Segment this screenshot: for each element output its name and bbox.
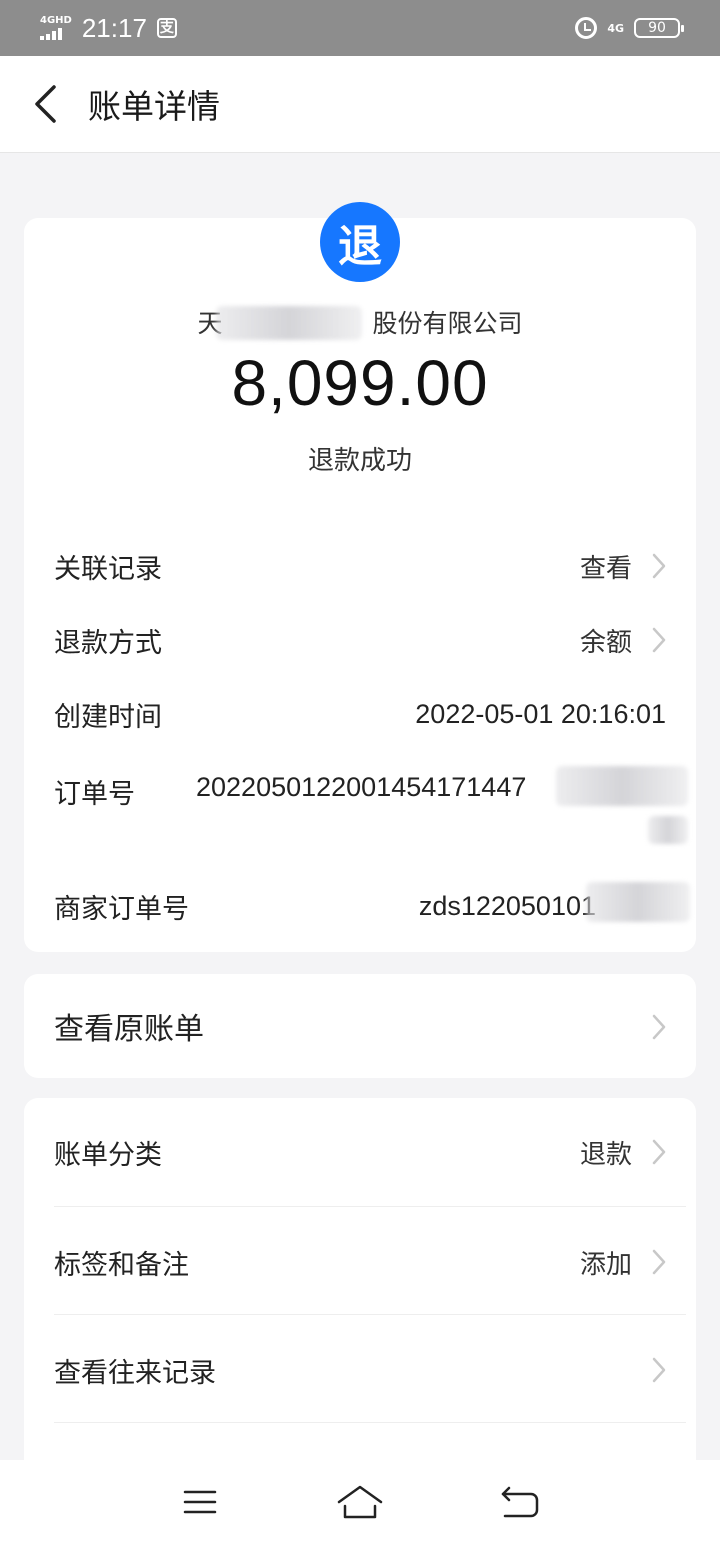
related-record-row[interactable]: 关联记录 查看 — [24, 536, 696, 596]
order-number-value: 2022050122001454171447 — [196, 772, 527, 802]
bill-category-row[interactable]: 账单分类 退款 — [24, 1122, 696, 1182]
battery-icon: 90 — [634, 18, 684, 38]
row-value: 添加 — [579, 1249, 632, 1280]
status-right: 4G 90 — [575, 17, 684, 39]
page-header: 账单详情 — [0, 56, 720, 153]
row-label: 关联记录 — [54, 553, 162, 585]
chevron-right-icon — [652, 1249, 666, 1275]
system-nav-bar — [0, 1460, 720, 1544]
signal-type: 4GHD — [40, 15, 72, 26]
back-nav-button[interactable] — [490, 1472, 550, 1532]
divider — [54, 1314, 686, 1315]
divider — [54, 1422, 686, 1423]
redaction-mask — [216, 306, 362, 340]
tags-notes-row[interactable]: 标签和备注 添加 — [24, 1232, 696, 1292]
status-time: 21:17 — [81, 12, 147, 43]
row-value: 余额 — [579, 627, 632, 658]
row-label: 标签和备注 — [54, 1249, 189, 1281]
bill-detail-card: 退 天股份有限公司 8,099.00 退款成功 关联记录 查看 退款方式 余额 … — [24, 202, 696, 952]
alarm-icon — [575, 17, 598, 39]
alipay-notification-icon: 支 — [156, 18, 177, 38]
status-text: 退款成功 — [307, 446, 412, 476]
signal-icon: 4GHD — [40, 16, 72, 40]
row-label: 商家订单号 — [54, 893, 189, 925]
row-value: 查看 — [579, 553, 632, 584]
row-label: 退款方式 — [54, 627, 162, 659]
page-title: 账单详情 — [88, 87, 220, 126]
divider — [54, 1206, 686, 1207]
refund-method-row[interactable]: 退款方式 余额 — [24, 610, 696, 670]
status-bar: 4GHD 21:17 支 4G 90 — [0, 0, 720, 56]
menu-icon — [183, 1490, 217, 1514]
back-button[interactable] — [0, 56, 90, 153]
created-time-row: 创建时间 2022-05-01 20:16:01 — [24, 684, 696, 744]
chevron-right-icon — [652, 1357, 666, 1383]
row-value: 退款 — [579, 1139, 632, 1170]
chevron-left-icon — [35, 85, 56, 123]
original-bill-label: 查看原账单 — [54, 1012, 204, 1047]
merchant-order-value: zds122050101 — [418, 890, 596, 921]
chevron-right-icon — [652, 627, 666, 653]
chevron-right-icon — [652, 553, 666, 579]
network-type: 4G — [607, 21, 624, 35]
row-label: 订单号 — [54, 779, 135, 810]
view-original-bill-button[interactable]: 查看原账单 — [24, 974, 696, 1078]
amount: 8,099.00 — [231, 347, 489, 419]
row-label: 创建时间 — [54, 701, 162, 733]
chevron-right-icon — [652, 1139, 666, 1165]
home-button[interactable] — [330, 1472, 390, 1532]
chevron-right-icon — [652, 1014, 666, 1040]
redaction-mask — [556, 766, 688, 806]
home-icon — [337, 1485, 383, 1519]
menu-button[interactable] — [170, 1472, 230, 1532]
more-options-card: 账单分类 退款 标签和备注 添加 查看往来记录 — [24, 1098, 696, 1478]
row-label: 查看往来记录 — [54, 1357, 216, 1389]
created-time-value: 2022-05-01 20:16:01 — [415, 698, 666, 729]
redaction-mask — [648, 816, 688, 844]
refund-icon: 退 — [320, 202, 400, 282]
redaction-mask — [586, 882, 690, 922]
row-label: 账单分类 — [54, 1139, 162, 1171]
back-icon — [501, 1486, 539, 1518]
transaction-history-row[interactable]: 查看往来记录 — [24, 1340, 696, 1400]
status-left: 4GHD 21:17 支 — [40, 13, 177, 44]
